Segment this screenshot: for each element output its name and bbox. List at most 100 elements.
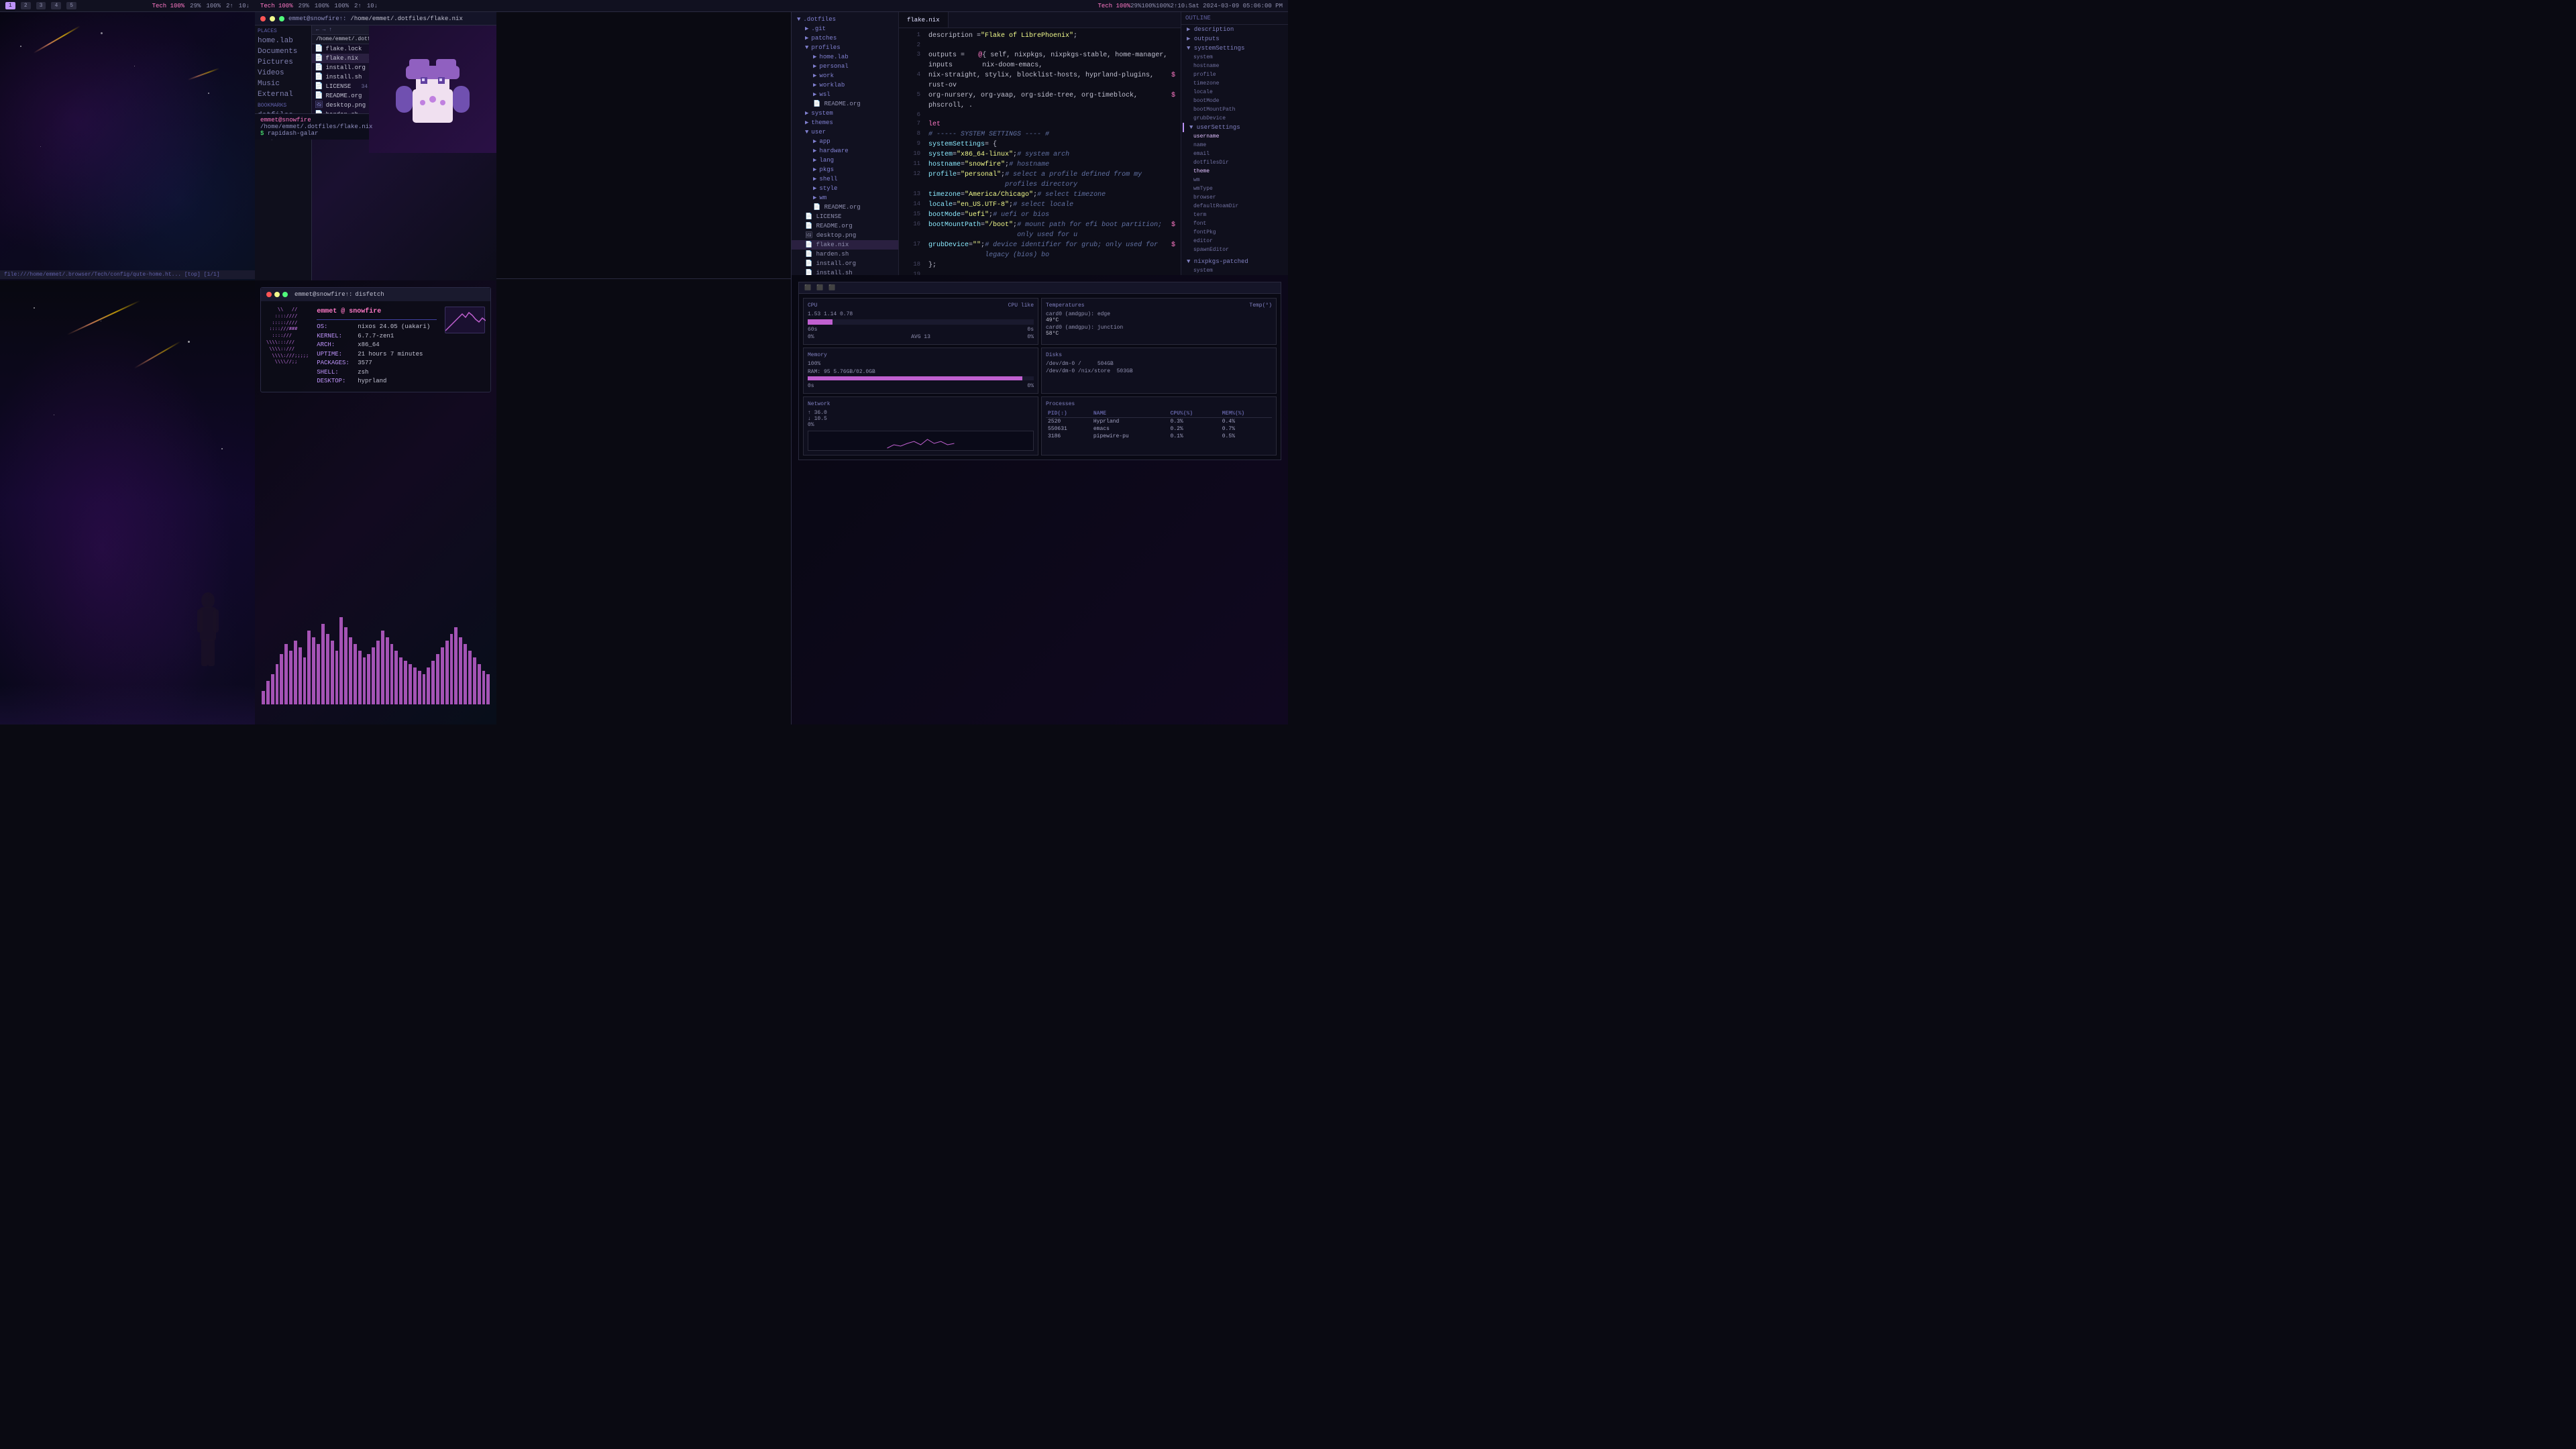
tree-wsl[interactable]: ▶ wsl bbox=[792, 90, 898, 99]
outline-term[interactable]: term bbox=[1181, 211, 1288, 219]
tree-work[interactable]: ▶ work bbox=[792, 71, 898, 80]
tree-lang[interactable]: ▶ lang bbox=[792, 156, 898, 165]
fm-toolbar-nav[interactable]: ← → ↑ bbox=[316, 27, 332, 33]
neofetch-close-btn[interactable] bbox=[266, 292, 272, 297]
neofetch-titlebar: emmet@snowfire↑: disfetch bbox=[261, 288, 490, 301]
viz-bar-32 bbox=[409, 664, 412, 704]
workspace-tag-4[interactable]: 4 bbox=[51, 2, 61, 9]
tree-flakenix[interactable]: 📄 flake.nix bbox=[792, 240, 898, 250]
fm-row-installorg[interactable]: 📄 install.org bbox=[312, 63, 369, 72]
code-line-10: 10 system = "x86_64-linux"; # system arc… bbox=[899, 150, 1181, 160]
tree-readme-root[interactable]: 📄 README.org bbox=[792, 221, 898, 231]
outline-section-systemSettings[interactable]: ▼ systemSettings bbox=[1181, 44, 1288, 53]
tree-license[interactable]: 📄 LICENSE bbox=[792, 212, 898, 221]
outline-theme[interactable]: theme bbox=[1181, 167, 1288, 176]
fm-row-installsh[interactable]: 📄 install.sh bbox=[312, 72, 369, 82]
fm-term-prompt: emmet@snowfire /home/emmet/.dotfiles/fla… bbox=[260, 117, 364, 130]
fm-row-license[interactable]: 📄 LICENSE 34.2 K bbox=[312, 82, 369, 91]
tree-themes[interactable]: ▶ themes bbox=[792, 118, 898, 127]
neofetch-min-btn[interactable] bbox=[274, 292, 280, 297]
outline-np-system[interactable]: system bbox=[1181, 266, 1288, 275]
tree-worklab[interactable]: ▶ worklab bbox=[792, 80, 898, 90]
outline-name[interactable]: name bbox=[1181, 141, 1288, 150]
outline-timezone[interactable]: timezone bbox=[1181, 79, 1288, 88]
outline-wm[interactable]: wm bbox=[1181, 176, 1288, 184]
fm-row-desktop[interactable]: 🖼 desktop.png bbox=[312, 101, 369, 110]
editor-filetree: ▼ .dotfiles ▶ .git ▶ patches ▼ profiles … bbox=[792, 12, 899, 287]
code-line-9: 9 systemSettings = { bbox=[899, 140, 1181, 150]
tree-user[interactable]: ▼ user bbox=[792, 127, 898, 137]
folder-icon-2: ▶ bbox=[805, 25, 808, 32]
tree-readme-user[interactable]: 📄 README.org bbox=[792, 203, 898, 212]
tree-wm[interactable]: ▶ wm bbox=[792, 193, 898, 203]
outline-locale[interactable]: locale bbox=[1181, 88, 1288, 97]
neofetch-max-btn[interactable] bbox=[282, 292, 288, 297]
nf-kernel-line: KERNEL: 6.7.7-zen1 bbox=[317, 332, 437, 341]
mem-labels: 100% bbox=[808, 361, 1034, 367]
outline-bootMode[interactable]: bootMode bbox=[1181, 97, 1288, 105]
outline-bootMountPath[interactable]: bootMountPath bbox=[1181, 105, 1288, 114]
outline-font[interactable]: font bbox=[1181, 219, 1288, 228]
temp-title-row: Temperatures Temp(°) bbox=[1046, 303, 1272, 309]
tree-hardware[interactable]: ▶ hardware bbox=[792, 146, 898, 156]
workspace-tag-1[interactable]: 1 bbox=[5, 2, 15, 9]
tree-patches[interactable]: ▶ patches bbox=[792, 34, 898, 43]
tree-installorg[interactable]: 📄 install.org bbox=[792, 259, 898, 268]
close-btn[interactable] bbox=[260, 16, 266, 21]
fm-row-flakenix[interactable]: 📄 flake.nix 2.26 K bbox=[312, 54, 369, 63]
outline-defaultRoamDir[interactable]: defaultRoamDir bbox=[1181, 202, 1288, 211]
tree-app[interactable]: ▶ app bbox=[792, 137, 898, 146]
tree-dotfiles-root[interactable]: ▼ .dotfiles bbox=[792, 15, 898, 24]
outline-editor[interactable]: editor bbox=[1181, 237, 1288, 246]
outline-profile[interactable]: profile bbox=[1181, 70, 1288, 79]
fm-filename-5: LICENSE bbox=[325, 83, 351, 90]
tree-hardensh[interactable]: 📄 harden.sh bbox=[792, 250, 898, 259]
tree-system[interactable]: ▶ system bbox=[792, 109, 898, 118]
tree-personal[interactable]: ▶ personal bbox=[792, 62, 898, 71]
fm-item-videos[interactable]: Videos bbox=[255, 68, 311, 78]
fm-item-pictures[interactable]: Pictures bbox=[255, 57, 311, 68]
fm-item-music[interactable]: Music bbox=[255, 78, 311, 89]
outline-spawnEditor[interactable]: spawnEditor bbox=[1181, 246, 1288, 254]
fm-file-list: ← → ↑ /home/emmet/.dotfiles 📄 flake.lock… bbox=[312, 25, 369, 280]
outline-section-nixpkgspatched[interactable]: ▼ nixpkgs-patched bbox=[1181, 257, 1288, 266]
outline-system[interactable]: system bbox=[1181, 53, 1288, 62]
tree-desktop[interactable]: 🖼 desktop.png bbox=[792, 231, 898, 240]
tree-git[interactable]: ▶ .git bbox=[792, 24, 898, 34]
fm-item-external[interactable]: External bbox=[255, 89, 311, 100]
tree-pkgs[interactable]: ▶ pkgs bbox=[792, 165, 898, 174]
outline-browser[interactable]: browser bbox=[1181, 193, 1288, 202]
tree-homelab[interactable]: ▶ home.lab bbox=[792, 52, 898, 62]
neofetch-ascii-art: \\ // :::://// ::::://// ::::///### ::::… bbox=[266, 307, 309, 386]
code-line-6: 6 bbox=[899, 111, 1181, 120]
outline-fontPkg[interactable]: fontPkg bbox=[1181, 228, 1288, 237]
outline-username[interactable]: username bbox=[1181, 132, 1288, 141]
minimize-btn[interactable] bbox=[270, 16, 275, 21]
editor-tab-flakenix[interactable]: flake.nix bbox=[899, 12, 949, 28]
tree-profiles[interactable]: ▼ profiles bbox=[792, 43, 898, 52]
outline-email[interactable]: email bbox=[1181, 150, 1288, 158]
outline-section-desc[interactable]: ▶ description bbox=[1181, 25, 1288, 34]
workspace-tag-3[interactable]: 3 bbox=[36, 2, 46, 9]
fm-item-documents[interactable]: Documents bbox=[255, 46, 311, 57]
outline-section-outputs[interactable]: ▶ outputs bbox=[1181, 34, 1288, 44]
tree-style[interactable]: ▶ style bbox=[792, 184, 898, 193]
outline-hostname[interactable]: hostname bbox=[1181, 62, 1288, 70]
tree-shell[interactable]: ▶ shell bbox=[792, 174, 898, 184]
temp-device-1: card0 (amdgpu): edge bbox=[1046, 311, 1272, 317]
outline-section-userSettings[interactable]: ▼ userSettings bbox=[1183, 123, 1288, 132]
outline-dotfilesDir[interactable]: dotfilesDir bbox=[1181, 158, 1288, 167]
maximize-btn[interactable] bbox=[279, 16, 284, 21]
fm-path-bar[interactable]: /home/emmet/.dotfiles bbox=[312, 35, 369, 44]
outline-wmType[interactable]: wmType bbox=[1181, 184, 1288, 193]
fm-item-homelab[interactable]: home.lab bbox=[255, 36, 311, 46]
tree-readme-profiles[interactable]: 📄 README.org bbox=[792, 99, 898, 109]
fm-row-readme[interactable]: 📄 README.org bbox=[312, 91, 369, 101]
workspace-tag-2[interactable]: 2 bbox=[21, 2, 31, 9]
neofetch-title-text: emmet@snowfire↑: bbox=[294, 291, 352, 298]
workspace-tag-5[interactable]: 5 bbox=[66, 2, 76, 9]
viz-bar-36 bbox=[427, 667, 430, 704]
outline-grubDevice[interactable]: grubDevice bbox=[1181, 114, 1288, 123]
fm-row-flakelock[interactable]: 📄 flake.lock 27.5 K bbox=[312, 44, 369, 54]
mem-section-title: Memory bbox=[808, 352, 827, 358]
